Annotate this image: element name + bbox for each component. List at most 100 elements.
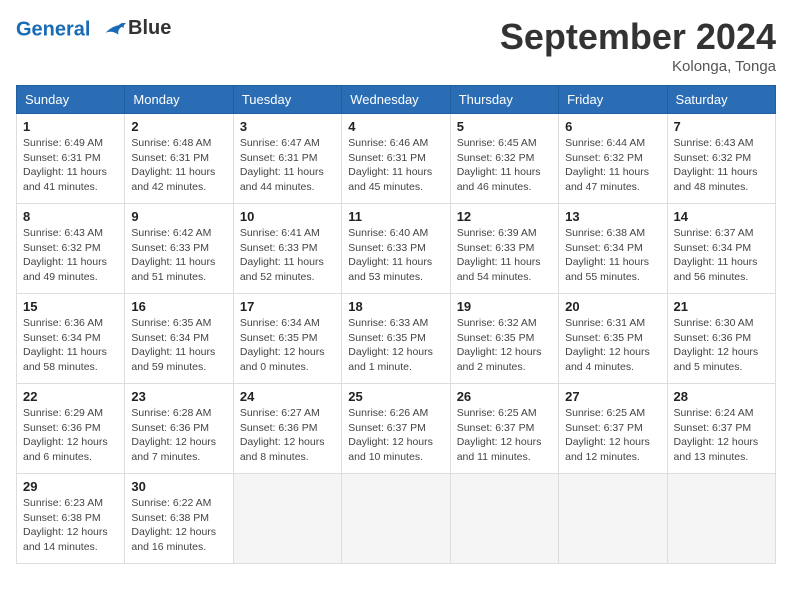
day-number: 8 (23, 209, 118, 224)
day-info: Sunrise: 6:22 AM Sunset: 6:38 PM Dayligh… (131, 496, 226, 555)
month-title: September 2024 (500, 16, 776, 58)
day-number: 10 (240, 209, 335, 224)
day-info: Sunrise: 6:41 AM Sunset: 6:33 PM Dayligh… (240, 226, 335, 285)
calendar-day-empty (342, 474, 450, 564)
day-number: 23 (131, 389, 226, 404)
calendar-day-24: 24 Sunrise: 6:27 AM Sunset: 6:36 PM Dayli… (233, 384, 341, 474)
logo-text-general: General (16, 18, 90, 40)
calendar-week-4: 22Sunrise: 6:29 AM Sunset: 6:36 PM Dayli… (17, 384, 776, 474)
calendar-day-8: 8 Sunrise: 6:43 AM Sunset: 6:32 PM Daylig… (17, 204, 125, 294)
page-header: General Blue September 2024 Kolonga, Ton… (16, 16, 776, 75)
day-number: 1 (23, 119, 118, 134)
calendar-day-21: 21 Sunrise: 6:30 AM Sunset: 6:36 PM Dayli… (667, 294, 775, 384)
logo: General Blue (16, 16, 171, 44)
calendar-day-22: 22Sunrise: 6:29 AM Sunset: 6:36 PM Dayli… (17, 384, 125, 474)
calendar-day-9: 9Sunrise: 6:42 AM Sunset: 6:33 PM Daylig… (125, 204, 233, 294)
day-info: Sunrise: 6:27 AM Sunset: 6:36 PM Dayligh… (240, 406, 335, 465)
day-info: Sunrise: 6:25 AM Sunset: 6:37 PM Dayligh… (457, 406, 552, 465)
day-info: Sunrise: 6:46 AM Sunset: 6:31 PM Dayligh… (348, 136, 443, 195)
calendar-day-empty (233, 474, 341, 564)
day-info: Sunrise: 6:36 AM Sunset: 6:34 PM Dayligh… (23, 316, 118, 375)
calendar-day-3: 3 Sunrise: 6:47 AM Sunset: 6:31 PM Daylig… (233, 114, 341, 204)
calendar-day-17: 17 Sunrise: 6:34 AM Sunset: 6:35 PM Dayli… (233, 294, 341, 384)
calendar-table: SundayMondayTuesdayWednesdayThursdayFrid… (16, 85, 776, 564)
calendar-day-18: 18 Sunrise: 6:33 AM Sunset: 6:35 PM Dayli… (342, 294, 450, 384)
calendar-day-13: 13Sunrise: 6:38 AM Sunset: 6:34 PM Dayli… (559, 204, 667, 294)
calendar-day-28: 28Sunrise: 6:24 AM Sunset: 6:37 PM Dayli… (667, 384, 775, 474)
day-number: 7 (674, 119, 769, 134)
header-monday: Monday (125, 86, 233, 114)
day-info: Sunrise: 6:48 AM Sunset: 6:31 PM Dayligh… (131, 136, 226, 195)
calendar-day-7: 7 Sunrise: 6:43 AM Sunset: 6:32 PM Daylig… (667, 114, 775, 204)
calendar-day-25: 25 Sunrise: 6:26 AM Sunset: 6:37 PM Dayli… (342, 384, 450, 474)
day-info: Sunrise: 6:42 AM Sunset: 6:33 PM Dayligh… (131, 226, 226, 285)
calendar-day-14: 14Sunrise: 6:37 AM Sunset: 6:34 PM Dayli… (667, 204, 775, 294)
day-number: 25 (348, 389, 443, 404)
day-info: Sunrise: 6:43 AM Sunset: 6:32 PM Dayligh… (23, 226, 118, 285)
calendar-week-1: 1 Sunrise: 6:49 AM Sunset: 6:31 PM Daylig… (17, 114, 776, 204)
calendar-day-4: 4 Sunrise: 6:46 AM Sunset: 6:31 PM Daylig… (342, 114, 450, 204)
day-number: 2 (131, 119, 226, 134)
calendar-header-row: SundayMondayTuesdayWednesdayThursdayFrid… (17, 86, 776, 114)
calendar-week-5: 29Sunrise: 6:23 AM Sunset: 6:38 PM Dayli… (17, 474, 776, 564)
header-thursday: Thursday (450, 86, 558, 114)
day-number: 28 (674, 389, 769, 404)
day-number: 6 (565, 119, 660, 134)
day-info: Sunrise: 6:23 AM Sunset: 6:38 PM Dayligh… (23, 496, 118, 555)
day-number: 22 (23, 389, 118, 404)
calendar-week-3: 15 Sunrise: 6:36 AM Sunset: 6:34 PM Dayli… (17, 294, 776, 384)
day-info: Sunrise: 6:35 AM Sunset: 6:34 PM Dayligh… (131, 316, 226, 375)
calendar-day-20: 20 Sunrise: 6:31 AM Sunset: 6:35 PM Dayli… (559, 294, 667, 384)
title-section: September 2024 Kolonga, Tonga (500, 16, 776, 75)
calendar-day-11: 11 Sunrise: 6:40 AM Sunset: 6:33 PM Dayli… (342, 204, 450, 294)
header-sunday: Sunday (17, 86, 125, 114)
logo-bird-icon (98, 16, 126, 44)
calendar-week-2: 8 Sunrise: 6:43 AM Sunset: 6:32 PM Daylig… (17, 204, 776, 294)
day-info: Sunrise: 6:30 AM Sunset: 6:36 PM Dayligh… (674, 316, 769, 375)
header-tuesday: Tuesday (233, 86, 341, 114)
logo-text-blue: Blue (128, 17, 171, 39)
day-info: Sunrise: 6:26 AM Sunset: 6:37 PM Dayligh… (348, 406, 443, 465)
day-info: Sunrise: 6:25 AM Sunset: 6:37 PM Dayligh… (565, 406, 660, 465)
day-number: 21 (674, 299, 769, 314)
day-info: Sunrise: 6:45 AM Sunset: 6:32 PM Dayligh… (457, 136, 552, 195)
day-number: 18 (348, 299, 443, 314)
calendar-day-30: 30 Sunrise: 6:22 AM Sunset: 6:38 PM Dayli… (125, 474, 233, 564)
day-number: 14 (674, 209, 769, 224)
calendar-day-empty (667, 474, 775, 564)
day-number: 12 (457, 209, 552, 224)
calendar-day-15: 15 Sunrise: 6:36 AM Sunset: 6:34 PM Dayli… (17, 294, 125, 384)
day-number: 17 (240, 299, 335, 314)
day-info: Sunrise: 6:34 AM Sunset: 6:35 PM Dayligh… (240, 316, 335, 375)
day-number: 16 (131, 299, 226, 314)
calendar-day-6: 6Sunrise: 6:44 AM Sunset: 6:32 PM Daylig… (559, 114, 667, 204)
calendar-day-5: 5Sunrise: 6:45 AM Sunset: 6:32 PM Daylig… (450, 114, 558, 204)
day-info: Sunrise: 6:40 AM Sunset: 6:33 PM Dayligh… (348, 226, 443, 285)
day-number: 19 (457, 299, 552, 314)
calendar-day-empty (559, 474, 667, 564)
day-number: 30 (131, 479, 226, 494)
day-number: 4 (348, 119, 443, 134)
day-number: 24 (240, 389, 335, 404)
day-info: Sunrise: 6:49 AM Sunset: 6:31 PM Dayligh… (23, 136, 118, 195)
day-number: 11 (348, 209, 443, 224)
location: Kolonga, Tonga (500, 58, 776, 75)
day-number: 20 (565, 299, 660, 314)
calendar-day-26: 26Sunrise: 6:25 AM Sunset: 6:37 PM Dayli… (450, 384, 558, 474)
header-wednesday: Wednesday (342, 86, 450, 114)
day-info: Sunrise: 6:28 AM Sunset: 6:36 PM Dayligh… (131, 406, 226, 465)
header-saturday: Saturday (667, 86, 775, 114)
day-info: Sunrise: 6:31 AM Sunset: 6:35 PM Dayligh… (565, 316, 660, 375)
day-number: 27 (565, 389, 660, 404)
day-info: Sunrise: 6:47 AM Sunset: 6:31 PM Dayligh… (240, 136, 335, 195)
day-number: 3 (240, 119, 335, 134)
day-info: Sunrise: 6:33 AM Sunset: 6:35 PM Dayligh… (348, 316, 443, 375)
day-number: 15 (23, 299, 118, 314)
calendar-day-27: 27 Sunrise: 6:25 AM Sunset: 6:37 PM Dayli… (559, 384, 667, 474)
header-friday: Friday (559, 86, 667, 114)
calendar-day-12: 12Sunrise: 6:39 AM Sunset: 6:33 PM Dayli… (450, 204, 558, 294)
calendar-day-10: 10 Sunrise: 6:41 AM Sunset: 6:33 PM Dayli… (233, 204, 341, 294)
calendar-day-23: 23 Sunrise: 6:28 AM Sunset: 6:36 PM Dayli… (125, 384, 233, 474)
calendar-day-empty (450, 474, 558, 564)
day-info: Sunrise: 6:43 AM Sunset: 6:32 PM Dayligh… (674, 136, 769, 195)
